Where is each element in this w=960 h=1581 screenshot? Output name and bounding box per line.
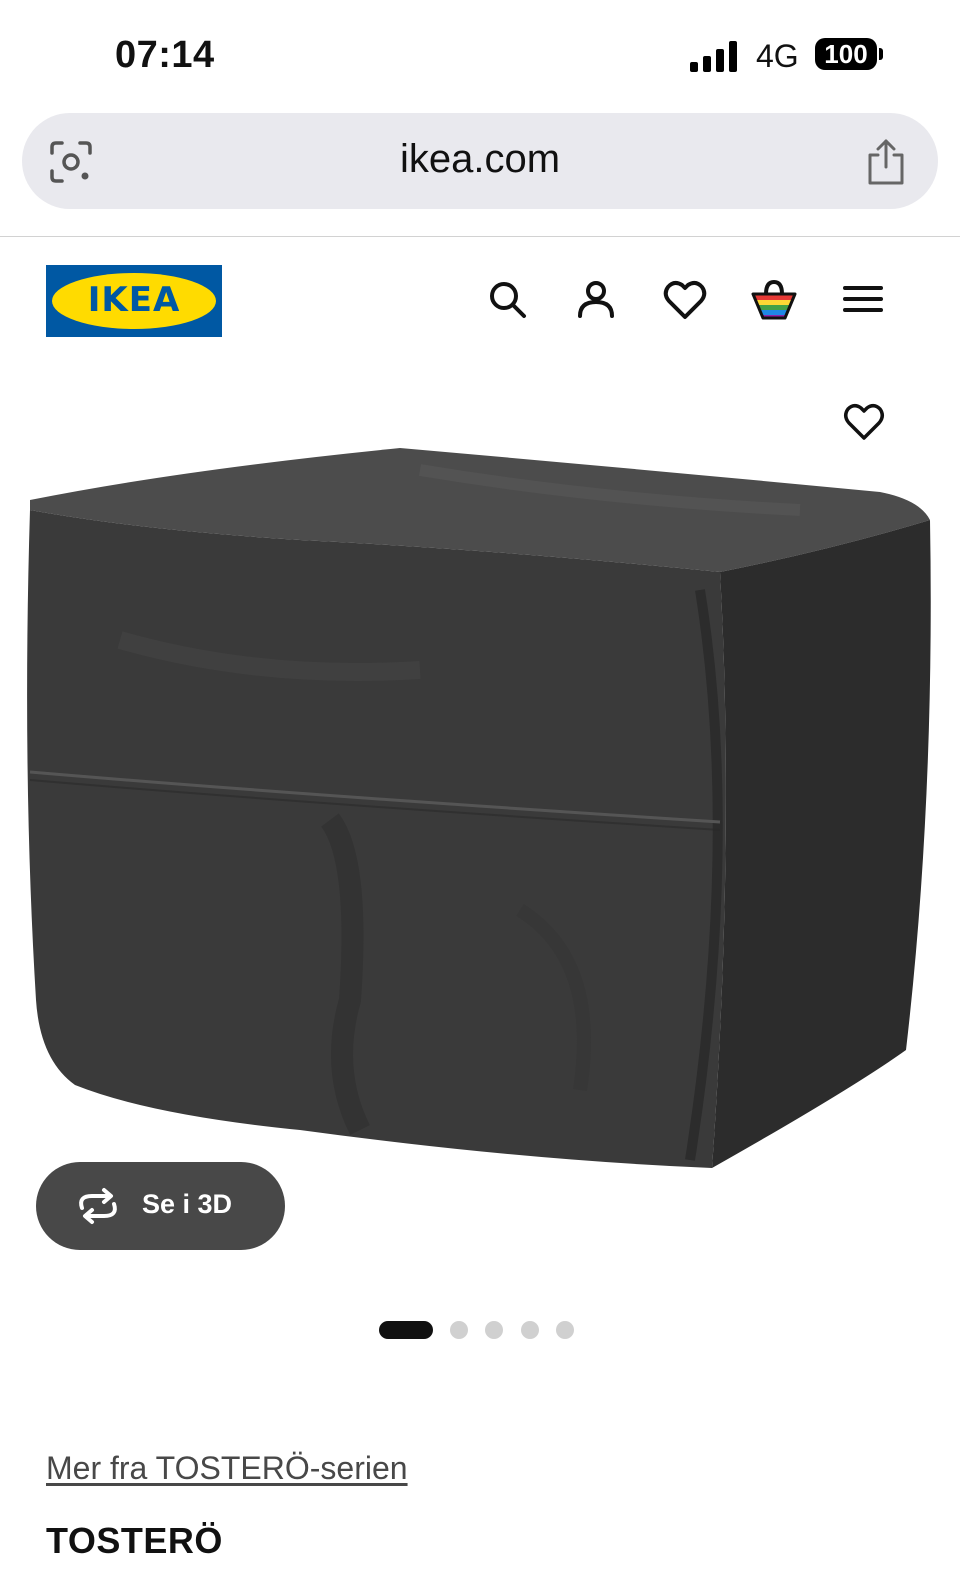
product-cover-image: [27, 448, 931, 1168]
battery-indicator: 100: [815, 38, 885, 74]
rotate-3d-icon: [79, 1188, 117, 1224]
ikea-logo[interactable]: IKEA: [46, 265, 222, 337]
address-bar[interactable]: ikea.com: [22, 113, 938, 209]
logo-text: IKEA: [87, 280, 181, 320]
pagination-dot-1[interactable]: [379, 1321, 433, 1339]
shopping-bag-icon[interactable]: [750, 276, 798, 324]
network-type: 4G: [756, 38, 799, 74]
battery-level: 100: [815, 38, 877, 70]
view-in-3d-label: Se i 3D: [142, 1189, 233, 1219]
battery-tip: [879, 48, 883, 60]
url-divider: [0, 236, 960, 237]
hamburger-menu-icon[interactable]: [839, 276, 887, 324]
url-text[interactable]: ikea.com: [22, 137, 938, 182]
account-icon[interactable]: [572, 276, 620, 324]
gallery-pagination: [379, 1321, 579, 1341]
heart-outline-icon[interactable]: [842, 400, 886, 444]
pagination-dot-5[interactable]: [556, 1321, 574, 1339]
status-bar: 07:14 4G 100: [0, 0, 960, 112]
pagination-dot-4[interactable]: [521, 1321, 539, 1339]
product-name: TOSTERÖ: [46, 1520, 223, 1561]
view-in-3d-button[interactable]: Se i 3D: [36, 1162, 285, 1250]
pagination-dot-3[interactable]: [485, 1321, 503, 1339]
status-time: 07:14: [115, 34, 215, 76]
cellular-signal-icon: [690, 41, 737, 72]
search-icon[interactable]: [484, 276, 532, 324]
pagination-dot-2[interactable]: [450, 1321, 468, 1339]
series-link[interactable]: Mer fra TOSTERÖ-serien: [46, 1450, 408, 1487]
share-icon[interactable]: [864, 137, 908, 187]
wishlist-heart-icon[interactable]: [661, 276, 709, 324]
